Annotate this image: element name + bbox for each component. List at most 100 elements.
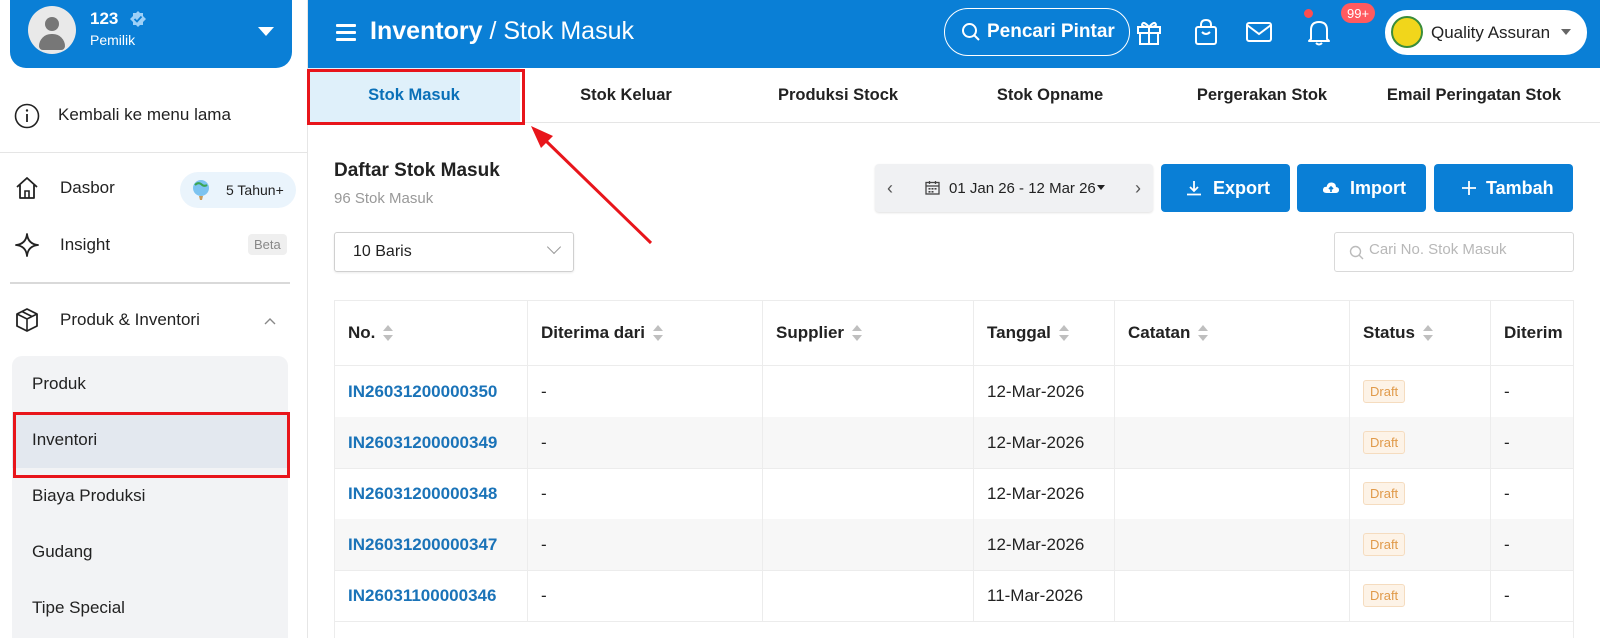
- sort-icon[interactable]: [1058, 325, 1069, 341]
- tab-stock-opname[interactable]: Stok Opname: [944, 68, 1156, 122]
- cell-status: Draft: [1350, 570, 1491, 621]
- chevron-right-icon[interactable]: ›: [1123, 164, 1153, 212]
- sort-icon[interactable]: [1198, 325, 1209, 341]
- breadcrumb-main[interactable]: Inventory: [370, 17, 483, 45]
- cell-received-from-value: -: [541, 381, 547, 401]
- mail-icon[interactable]: [1244, 17, 1274, 47]
- cell-notes: [1115, 570, 1350, 621]
- highlight-box-inventory: [13, 412, 290, 478]
- cell-received-from-value: -: [541, 585, 547, 605]
- column-header-status[interactable]: Status: [1350, 301, 1491, 365]
- rows-per-page-select[interactable]: 10 Baris: [334, 232, 574, 272]
- tab-stock-production[interactable]: Produksi Stock: [732, 68, 944, 122]
- table-row[interactable]: IN26031200000349 - 12-Mar-2026 Draft -: [335, 417, 1573, 469]
- balloon-icon: [193, 180, 209, 200]
- column-header-received-from[interactable]: Diterima dari: [528, 301, 763, 365]
- user-role: Pemilik: [90, 32, 136, 48]
- sort-icon[interactable]: [1422, 325, 1433, 341]
- bell-icon[interactable]: [1304, 17, 1334, 47]
- sidebar-section-products-inventory[interactable]: Produk & Inventori: [0, 296, 307, 344]
- sidebar-item-insight[interactable]: Insight Beta: [0, 221, 307, 269]
- back-to-old-menu[interactable]: Kembali ke menu lama: [0, 91, 307, 139]
- table-row[interactable]: IN26031200000348 - 12-Mar-2026 Draft -: [335, 468, 1573, 520]
- cell-received-from: -: [528, 366, 763, 417]
- export-button[interactable]: Export: [1161, 164, 1290, 212]
- cell-number[interactable]: IN26031100000346: [335, 570, 528, 621]
- column-header-date[interactable]: Tanggal: [974, 301, 1115, 365]
- cell-number[interactable]: IN26031200000348: [335, 468, 528, 519]
- tab-stock-out[interactable]: Stok Keluar: [520, 68, 732, 122]
- company-selector[interactable]: Quality Assuran: [1385, 10, 1587, 55]
- stock-in-number-link[interactable]: IN26031200000347: [348, 535, 497, 555]
- avatar: [28, 6, 76, 54]
- status-badge: Draft: [1363, 533, 1406, 556]
- chevron-up-icon[interactable]: [264, 317, 276, 325]
- import-button[interactable]: Import: [1297, 164, 1426, 212]
- tab-stock-movement[interactable]: Pergerakan Stok: [1156, 68, 1368, 122]
- sort-icon[interactable]: [383, 325, 394, 341]
- user-card[interactable]: 123 Pemilik: [10, 0, 292, 68]
- cell-number[interactable]: IN26031200000347: [335, 519, 528, 570]
- cell-notes: [1115, 468, 1350, 519]
- stock-in-number-link[interactable]: IN26031200000349: [348, 433, 497, 453]
- sidebar: 123 Pemilik Kembali ke menu lama Dasbor …: [0, 0, 308, 638]
- cell-received-value: -: [1504, 432, 1510, 452]
- add-button[interactable]: Tambah: [1434, 164, 1573, 212]
- stock-in-number-link[interactable]: IN26031200000350: [348, 382, 497, 402]
- chevron-down-icon: [546, 239, 562, 255]
- company-name: Quality Assuran: [1431, 22, 1551, 42]
- sort-icon[interactable]: [852, 325, 863, 341]
- stock-in-number-link[interactable]: IN26031200000348: [348, 484, 497, 504]
- cell-number[interactable]: IN26031200000349: [335, 417, 528, 468]
- cell-received-value: -: [1504, 483, 1510, 503]
- tab-stock-alert-email[interactable]: Email Peringatan Stok: [1368, 68, 1580, 122]
- chevron-down-icon[interactable]: [258, 27, 274, 36]
- cell-date-value: 12-Mar-2026: [987, 534, 1085, 554]
- cell-received-from: -: [528, 570, 763, 621]
- column-header-notes[interactable]: Catatan: [1115, 301, 1350, 365]
- notification-count-badge: 99+: [1341, 3, 1376, 23]
- divider: [0, 152, 307, 153]
- sidebar-item-special-type[interactable]: Tipe Special: [12, 580, 288, 636]
- sidebar-item-dashboard[interactable]: Dasbor 5 Tahun+: [0, 164, 307, 212]
- table-header: No. Diterima dari Supplier Tanggal Catat…: [335, 301, 1573, 366]
- cell-number[interactable]: IN26031200000350: [335, 366, 528, 417]
- insight-label: Insight: [60, 235, 111, 254]
- gift-icon[interactable]: [1134, 17, 1164, 47]
- stock-in-number-link[interactable]: IN26031100000346: [348, 586, 496, 606]
- date-range-picker[interactable]: ‹ 01 Jan 26 - 12 Mar 26 ›: [875, 164, 1153, 212]
- beta-badge: Beta: [248, 234, 287, 255]
- cell-notes: [1115, 417, 1350, 468]
- chevron-left-icon[interactable]: ‹: [875, 164, 905, 212]
- cell-date: 11-Mar-2026: [974, 570, 1115, 621]
- sidebar-item-products[interactable]: Produk: [12, 356, 288, 412]
- shopping-bag-icon[interactable]: [1191, 17, 1221, 47]
- column-header-supplier[interactable]: Supplier: [763, 301, 974, 365]
- table-row[interactable]: IN26031200000350 - 12-Mar-2026 Draft -: [335, 366, 1573, 418]
- breadcrumb-separator: /: [482, 17, 504, 45]
- smart-search-button[interactable]: Pencari Pintar: [944, 8, 1130, 56]
- hamburger-menu-icon[interactable]: [336, 24, 356, 41]
- sidebar-item-warehouse[interactable]: Gudang: [12, 524, 288, 580]
- cell-received-from: -: [528, 417, 763, 468]
- sort-icon[interactable]: [652, 325, 663, 341]
- search-input[interactable]: [1369, 241, 1565, 258]
- cell-date-value: 12-Mar-2026: [987, 381, 1085, 401]
- sparkle-icon: [15, 233, 39, 257]
- column-header-received[interactable]: Diterim: [1491, 301, 1573, 365]
- cloud-upload-icon: [1322, 182, 1340, 193]
- table-row[interactable]: IN26031100000346 - 11-Mar-2026 Draft -: [335, 570, 1573, 622]
- cell-date-value: 11-Mar-2026: [987, 585, 1084, 605]
- status-badge: Draft: [1363, 482, 1406, 505]
- plus-icon: [1462, 181, 1476, 195]
- calendar-icon: [925, 181, 940, 195]
- search-box[interactable]: [1334, 232, 1574, 272]
- table-row[interactable]: IN26031200000347 - 12-Mar-2026 Draft -: [335, 519, 1573, 571]
- divider: [10, 282, 290, 284]
- breadcrumb: Inventory / Stok Masuk: [370, 17, 634, 46]
- cell-date-value: 12-Mar-2026: [987, 483, 1085, 503]
- cell-date: 12-Mar-2026: [974, 366, 1115, 417]
- column-header-no[interactable]: No.: [335, 301, 528, 365]
- years-badge: 5 Tahun+: [180, 172, 296, 208]
- cell-received-value: -: [1504, 534, 1510, 554]
